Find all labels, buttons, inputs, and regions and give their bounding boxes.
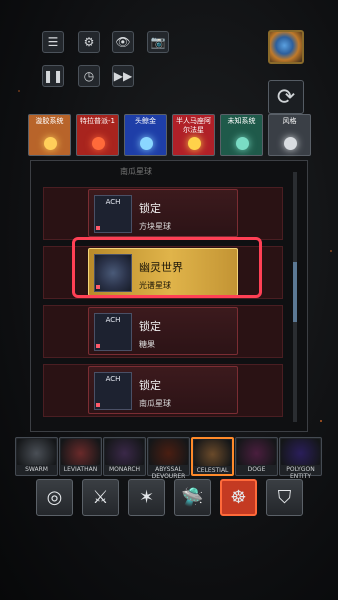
- pause-icon: ❚❚: [42, 69, 64, 83]
- thumbnail-label: ACH: [105, 375, 121, 383]
- planet-card-subtitle: 糖果: [139, 340, 155, 349]
- star-icon: [188, 137, 201, 150]
- monster-art: [281, 439, 320, 465]
- status-dot: [96, 344, 100, 348]
- monster-art: [149, 439, 188, 465]
- monster-label: LEVIATHAN: [63, 466, 98, 473]
- gear-icon: ⚙: [83, 35, 95, 49]
- clock-icon: ◷: [83, 69, 95, 83]
- monster-button[interactable]: ABYSSAL DEVOURER: [147, 437, 190, 480]
- monster-label: DOGE: [247, 466, 266, 473]
- monster-label: ABYSSAL DEVOURER: [151, 466, 186, 480]
- star-icon: [140, 137, 153, 150]
- thumbnail-label: ACH: [105, 198, 121, 206]
- monster-button[interactable]: SWARM: [15, 437, 58, 476]
- background-star: [18, 90, 20, 92]
- fast-forward-icon: ▶▶: [113, 69, 133, 83]
- galaxy-tab[interactable]: 风格: [268, 114, 311, 156]
- planet-card-title: 锁定: [139, 379, 161, 392]
- status-dot: [96, 403, 100, 407]
- shield-icon: ⛉: [277, 487, 292, 508]
- galaxy-tab-label: 漩胶系统: [35, 117, 64, 125]
- planet-card-subtitle: 方块星球: [139, 222, 171, 231]
- tool-button[interactable]: ⛉: [266, 479, 303, 516]
- monster-art: [194, 440, 231, 466]
- monster-button[interactable]: CELESTIAL: [191, 437, 234, 476]
- faded-row-label: 南瓜星球: [120, 167, 152, 176]
- monster-button[interactable]: DOGE: [235, 437, 278, 476]
- planet-card-title: 锁定: [139, 320, 161, 333]
- menu-button[interactable]: ☰: [42, 31, 64, 53]
- settings-button[interactable]: ⚙: [78, 31, 100, 53]
- eye-icon: 👁: [115, 35, 131, 49]
- monster-label: CELESTIAL: [196, 467, 229, 474]
- monster-art: [105, 439, 144, 465]
- speed-button[interactable]: ◷: [78, 65, 100, 87]
- tool-button[interactable]: ◎: [36, 479, 73, 516]
- monster-label: MONARCH: [108, 466, 141, 473]
- ufo-icon: 🛸: [181, 487, 204, 508]
- tool-button[interactable]: ⚔: [82, 479, 119, 516]
- planet-card-subtitle: 南瓜星球: [139, 399, 171, 408]
- galaxy-tab-label: 风格: [282, 117, 297, 125]
- tool-button[interactable]: ☸: [220, 479, 257, 516]
- status-dot: [96, 226, 100, 230]
- galaxy-tab-label: 半人马座阿尔法星: [176, 117, 211, 134]
- menu-icon: ☰: [47, 35, 59, 49]
- monster-button[interactable]: LEVIATHAN: [59, 437, 102, 476]
- planet-card-locked[interactable]: ACH 锁定糖果: [88, 307, 238, 355]
- monster-button[interactable]: POLYGON ENTITY: [279, 437, 322, 480]
- galaxy-tab[interactable]: 半人马座阿尔法星: [172, 114, 215, 156]
- screenshot-button[interactable]: 📷: [147, 31, 169, 53]
- tool-button[interactable]: ✶: [128, 479, 165, 516]
- star-icon: [284, 137, 297, 150]
- tentacle-monster-icon: ☸: [230, 487, 247, 508]
- planet-card-locked[interactable]: ACH 锁定南瓜星球: [88, 366, 238, 414]
- vortex-icon: ◎: [46, 487, 63, 508]
- view-toggle-button[interactable]: 👁: [112, 31, 134, 53]
- galaxy-tab-label: 特拉普派-1: [80, 117, 115, 125]
- planet-select-button[interactable]: [268, 30, 304, 64]
- pause-button[interactable]: ❚❚: [42, 65, 64, 87]
- refresh-icon: ⟳: [276, 84, 296, 110]
- planet-card-title: 锁定: [139, 202, 161, 215]
- selection-highlight: [72, 237, 262, 298]
- star-icon: [236, 137, 249, 150]
- monster-button[interactable]: MONARCH: [103, 437, 146, 476]
- monster-art: [17, 439, 56, 465]
- blast-icon: ✶: [138, 487, 155, 508]
- galaxy-tab[interactable]: 漩胶系统: [28, 114, 71, 156]
- sword-icon: ⚔: [92, 487, 109, 508]
- galaxy-tab[interactable]: 头鲸金: [124, 114, 167, 156]
- fast-forward-button[interactable]: ▶▶: [112, 65, 134, 87]
- galaxy-tab[interactable]: 未知系统: [220, 114, 263, 156]
- list-scroll-thumb[interactable]: [293, 262, 297, 322]
- galaxy-tab-label: 头鲸金: [135, 117, 156, 125]
- thumbnail-label: ACH: [105, 316, 121, 324]
- star-icon: [92, 137, 105, 150]
- background-star: [320, 420, 322, 422]
- galaxy-tab-label: 未知系统: [227, 117, 256, 125]
- star-icon: [44, 137, 57, 150]
- background-star: [330, 250, 332, 252]
- monster-art: [61, 439, 100, 465]
- planet-card-locked[interactable]: ACH 锁定方块星球: [88, 189, 238, 237]
- refresh-button[interactable]: ⟳: [268, 80, 304, 114]
- monster-art: [237, 439, 276, 465]
- camera-icon: 📷: [150, 35, 166, 49]
- galaxy-tab[interactable]: 特拉普派-1: [76, 114, 119, 156]
- monster-label: POLYGON ENTITY: [286, 466, 315, 480]
- monster-label: SWARM: [25, 466, 48, 473]
- tool-button[interactable]: 🛸: [174, 479, 211, 516]
